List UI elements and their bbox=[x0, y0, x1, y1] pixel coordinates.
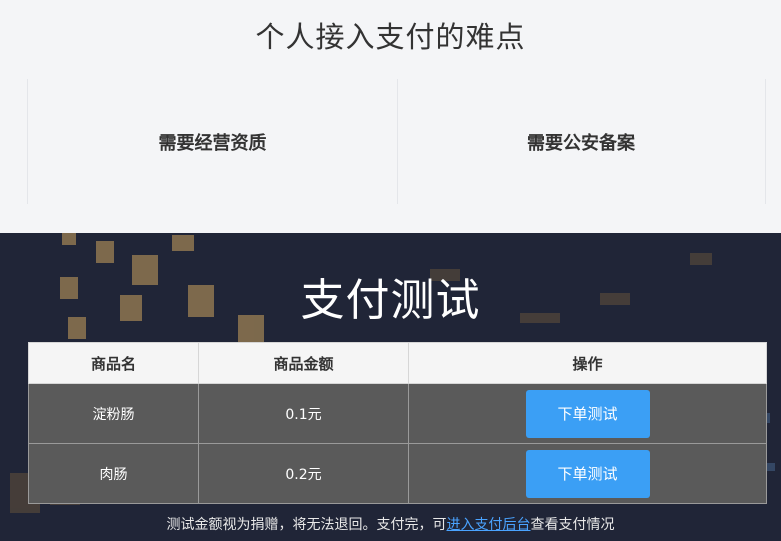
action-cell: 下单测试 bbox=[408, 443, 767, 504]
product-name-cell: 肉肠 bbox=[28, 443, 199, 504]
table-row: 淀粉肠 0.1元 下单测试 bbox=[28, 383, 767, 444]
column-header-action: 操作 bbox=[408, 342, 767, 384]
column-header-name: 商品名 bbox=[28, 342, 199, 384]
difficulty-card-label: 需要经营资质 bbox=[158, 132, 267, 154]
difficulty-card-license: 需要经营资质 bbox=[27, 79, 398, 204]
goods-table: 商品名 商品金额 操作 淀粉肠 0.1元 下单测试 肉肠 0.2元 下单测试 bbox=[28, 342, 767, 504]
note-text-suffix: 查看支付情况 bbox=[530, 517, 615, 533]
difficulties-section: 个人接入支付的难点 需要经营资质 需要公安备案 bbox=[0, 0, 781, 233]
payment-test-title: 支付测试 bbox=[300, 275, 481, 326]
difficulties-title: 个人接入支付的难点 bbox=[255, 20, 526, 54]
table-row: 肉肠 0.2元 下单测试 bbox=[28, 443, 767, 504]
payment-dashboard-link[interactable]: 进入支付后台 bbox=[447, 517, 531, 533]
difficulty-card-label: 需要公安备案 bbox=[527, 132, 635, 154]
payment-test-section: 支付测试 商品名 商品金额 操作 淀粉肠 0.1元 下单测试 肉肠 0.2元 下… bbox=[0, 233, 781, 541]
column-header-price: 商品金额 bbox=[198, 342, 409, 384]
product-name-cell: 淀粉肠 bbox=[28, 383, 199, 444]
payment-note: 测试金额视为捐赠，将无法退回。支付完，可进入支付后台查看支付情况 bbox=[0, 514, 781, 534]
table-header-row: 商品名 商品金额 操作 bbox=[28, 342, 767, 384]
product-price-cell: 0.2元 bbox=[198, 443, 409, 504]
difficulty-card-police-filing: 需要公安备案 bbox=[397, 79, 766, 204]
action-cell: 下单测试 bbox=[408, 383, 767, 444]
product-price-cell: 0.1元 bbox=[198, 383, 409, 444]
note-text-prefix: 测试金额视为捐赠，将无法退回。支付完，可 bbox=[166, 517, 447, 533]
order-test-button[interactable]: 下单测试 bbox=[525, 449, 650, 498]
order-test-button[interactable]: 下单测试 bbox=[525, 389, 650, 438]
